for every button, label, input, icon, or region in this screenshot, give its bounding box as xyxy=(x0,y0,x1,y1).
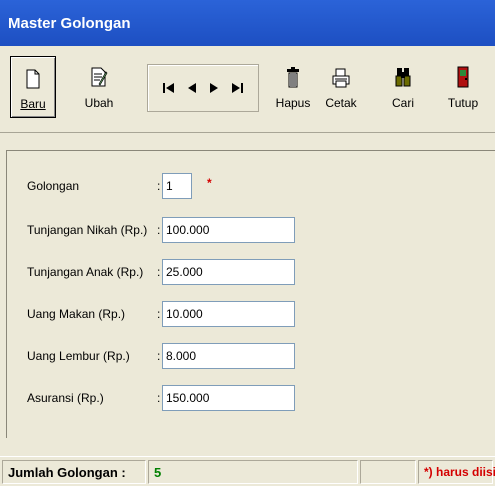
tunjangan-nikah-row: Tunjangan Nikah (Rp.) : 100.000 xyxy=(7,217,487,243)
hapus-button[interactable]: Hapus xyxy=(270,56,316,118)
tunjangan-anak-row: Tunjangan Anak (Rp.) : 25.000 xyxy=(7,259,487,285)
new-document-icon xyxy=(25,59,41,89)
baru-label: Baru xyxy=(20,97,46,111)
asuransi-input[interactable]: 150.000 xyxy=(162,385,295,411)
status-bar: Jumlah Golongan : 5 *) harus diisi xyxy=(0,456,495,486)
tunjangan-nikah-input[interactable]: 100.000 xyxy=(162,217,295,243)
toolbar: Baru Ubah Hapus Cetak Cari Tutup xyxy=(0,46,495,133)
status-count-cell xyxy=(148,460,358,484)
cetak-button[interactable]: Cetak xyxy=(318,56,364,118)
cari-button[interactable]: Cari xyxy=(380,56,426,118)
uang-makan-label: Uang Makan (Rp.) xyxy=(27,307,126,321)
ubah-label: Ubah xyxy=(84,96,114,110)
record-navigator xyxy=(147,64,259,112)
next-record-icon[interactable] xyxy=(205,79,223,97)
master-golongan-window: Master Golongan Baru Ubah Hapus Cetak Ca… xyxy=(0,0,495,486)
edit-document-icon xyxy=(90,58,108,88)
binoculars-icon xyxy=(395,58,411,88)
hapus-label: Hapus xyxy=(275,96,311,110)
printer-icon xyxy=(332,58,350,88)
golongan-label: Golongan xyxy=(27,179,80,193)
ubah-button[interactable]: Ubah xyxy=(76,56,122,118)
cetak-label: Cetak xyxy=(325,96,357,110)
cari-label: Cari xyxy=(391,96,414,110)
uang-lembur-label: Uang Lembur (Rp.) xyxy=(27,349,130,363)
title-bar: Master Golongan xyxy=(0,0,495,46)
jumlah-golongan-label: Jumlah Golongan : xyxy=(8,465,126,480)
colon: : xyxy=(157,179,161,193)
first-record-icon[interactable] xyxy=(160,79,178,97)
required-note: *) harus diisi xyxy=(424,465,495,479)
trash-can-icon xyxy=(286,58,300,88)
required-mark: * xyxy=(207,176,212,190)
baru-button[interactable]: Baru xyxy=(10,56,56,118)
tunjangan-nikah-label: Tunjangan Nikah (Rp.) xyxy=(27,223,148,237)
uang-makan-row: Uang Makan (Rp.) : 10.000 xyxy=(7,301,487,327)
uang-makan-input[interactable]: 10.000 xyxy=(162,301,295,327)
previous-record-icon[interactable] xyxy=(183,79,201,97)
last-record-icon[interactable] xyxy=(228,79,246,97)
window-title: Master Golongan xyxy=(8,14,131,32)
jumlah-golongan-value: 5 xyxy=(154,465,162,480)
asuransi-row: Asuransi (Rp.) : 150.000 xyxy=(7,385,487,411)
colon: : xyxy=(157,349,161,363)
uang-lembur-row: Uang Lembur (Rp.) : 8.000 xyxy=(7,343,487,369)
tunjangan-anak-label: Tunjangan Anak (Rp.) xyxy=(27,265,144,279)
tunjangan-anak-input[interactable]: 25.000 xyxy=(162,259,295,285)
status-empty-cell xyxy=(360,460,416,484)
colon: : xyxy=(157,307,161,321)
tutup-label: Tutup xyxy=(447,96,479,110)
uang-lembur-input[interactable]: 8.000 xyxy=(162,343,295,369)
colon: : xyxy=(157,265,161,279)
form-panel: Golongan : 1 * Tunjangan Nikah (Rp.) : 1… xyxy=(6,150,495,438)
asuransi-label: Asuransi (Rp.) xyxy=(27,391,104,405)
colon: : xyxy=(157,223,161,237)
colon: : xyxy=(157,391,161,405)
tutup-button[interactable]: Tutup xyxy=(440,56,486,118)
exit-door-icon xyxy=(456,58,470,88)
golongan-input[interactable]: 1 xyxy=(162,173,192,199)
golongan-row: Golongan : 1 * xyxy=(7,173,487,199)
